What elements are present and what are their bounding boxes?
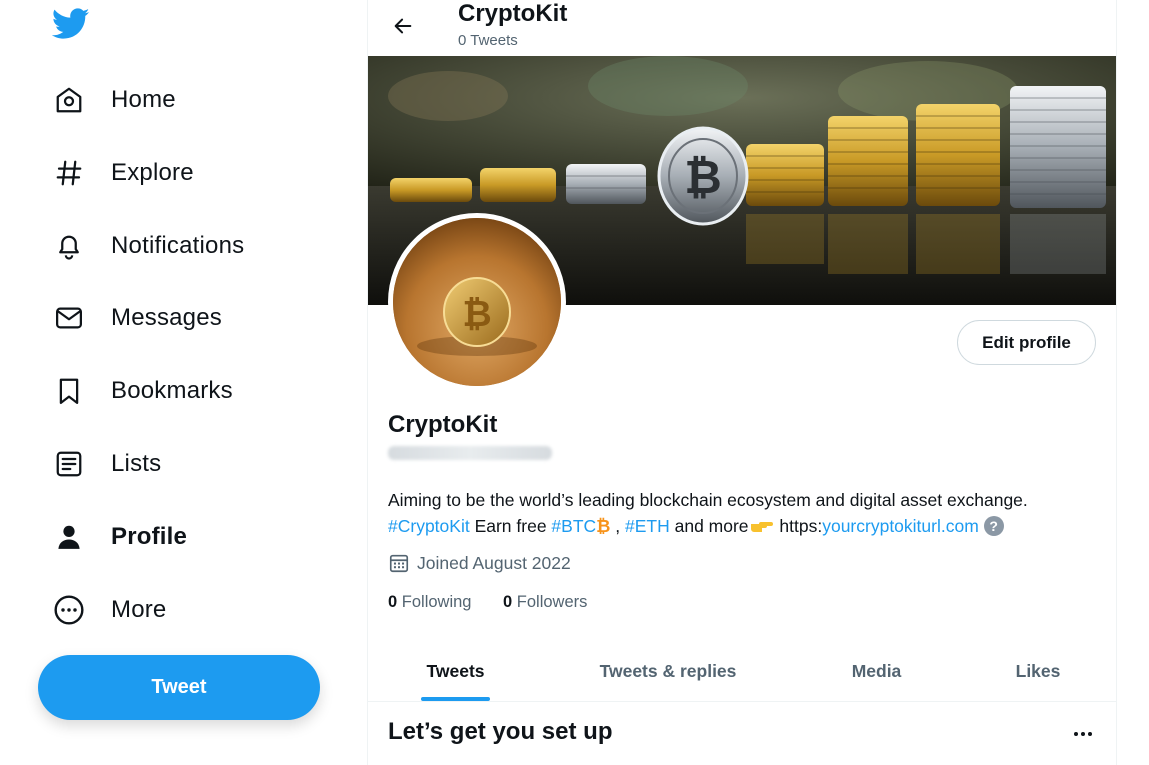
bio-text: Earn free	[469, 516, 552, 536]
home-icon	[50, 81, 88, 119]
following-link[interactable]: 0 Following	[388, 593, 471, 612]
sidebar-item-home[interactable]: Home	[50, 75, 176, 125]
sidebar-item-more[interactable]: More	[50, 585, 166, 635]
tab-tweets-replies[interactable]: Tweets & replies	[543, 640, 793, 702]
followers-link[interactable]: 0 Followers	[503, 593, 587, 612]
sidebar-item-label: Lists	[111, 450, 162, 477]
twitter-logo-icon[interactable]	[51, 8, 90, 42]
profile-tabs: Tweets Tweets & replies Media Likes	[368, 640, 1116, 702]
bio-text: https:	[774, 516, 823, 536]
profile-handle-blurred	[388, 446, 552, 460]
sidebar-item-label: Explore	[111, 159, 194, 186]
sidebar-item-bookmarks[interactable]: Bookmarks	[50, 366, 233, 416]
sidebar: Home Explore Notifications Messages Book…	[0, 0, 368, 765]
help-icon[interactable]: ?	[983, 516, 1004, 536]
tweet-button[interactable]: Tweet	[38, 655, 320, 720]
tab-tweets[interactable]: Tweets	[368, 640, 543, 702]
joined-date: Joined August 2022	[388, 552, 571, 574]
svg-text:₿: ₿	[462, 294, 491, 335]
edit-profile-button[interactable]: Edit profile	[957, 320, 1096, 365]
sidebar-item-label: More	[111, 596, 167, 623]
more-options-icon[interactable]	[1068, 722, 1098, 746]
active-tab-indicator	[421, 697, 490, 701]
sidebar-item-explore[interactable]: Explore	[50, 148, 194, 198]
pointing-hand-emoji-icon	[749, 515, 775, 532]
sidebar-item-notifications[interactable]: Notifications	[50, 221, 244, 271]
calendar-icon	[388, 552, 410, 574]
bio-url-link[interactable]: yourcryptokiturl.com	[822, 516, 979, 536]
sidebar-item-profile[interactable]: Profile	[50, 512, 187, 562]
setup-section-title: Let’s get you set up	[388, 718, 613, 745]
page-title: CryptoKit	[458, 0, 568, 27]
help-icon-glyph: ?	[989, 518, 998, 534]
list-icon	[50, 445, 88, 483]
hashtag-link[interactable]: #BTC	[551, 516, 596, 536]
tab-media[interactable]: Media	[793, 640, 960, 702]
bell-icon	[50, 227, 88, 265]
joined-text: Joined August 2022	[417, 552, 571, 573]
sidebar-item-label: Bookmarks	[111, 377, 233, 404]
profile-bio: Aiming to be the world’s leading blockch…	[388, 487, 1098, 539]
hashtag-icon	[50, 154, 88, 192]
more-circle-icon	[50, 591, 88, 629]
hashtag-link[interactable]: #ETH	[625, 516, 670, 536]
sidebar-item-label: Profile	[111, 523, 188, 550]
back-arrow-icon[interactable]	[386, 9, 420, 43]
envelope-icon	[50, 299, 88, 337]
sidebar-item-messages[interactable]: Messages	[50, 293, 222, 343]
following-count: 0	[388, 593, 398, 611]
profile-column: CryptoKit 0 Tweets ₿ ₿ Edit profile Cryp…	[367, 0, 1117, 765]
svg-text:₿: ₿	[684, 150, 722, 204]
followers-count: 0	[503, 593, 513, 611]
avatar[interactable]: ₿	[388, 213, 566, 391]
bio-text: Aiming to be the world’s leading blockch…	[388, 490, 1028, 510]
sidebar-item-lists[interactable]: Lists	[50, 439, 161, 489]
bitcoin-emoji-icon: ₿	[596, 516, 611, 536]
sidebar-item-label: Notifications	[111, 232, 245, 259]
profile-header: CryptoKit 0 Tweets	[368, 0, 1116, 56]
followers-label: Followers	[516, 593, 588, 611]
hashtag-link[interactable]: #CryptoKit	[388, 516, 470, 536]
sidebar-item-label: Messages	[111, 304, 222, 331]
profile-name: CryptoKit	[388, 411, 498, 438]
following-label: Following	[401, 593, 472, 611]
bio-text: and more	[669, 516, 749, 536]
bio-text: ,	[610, 516, 626, 536]
tweet-count: 0 Tweets	[458, 32, 518, 49]
bookmark-icon	[50, 372, 88, 410]
sidebar-item-label: Home	[111, 86, 176, 113]
tab-likes[interactable]: Likes	[960, 640, 1116, 702]
person-icon	[50, 518, 88, 556]
